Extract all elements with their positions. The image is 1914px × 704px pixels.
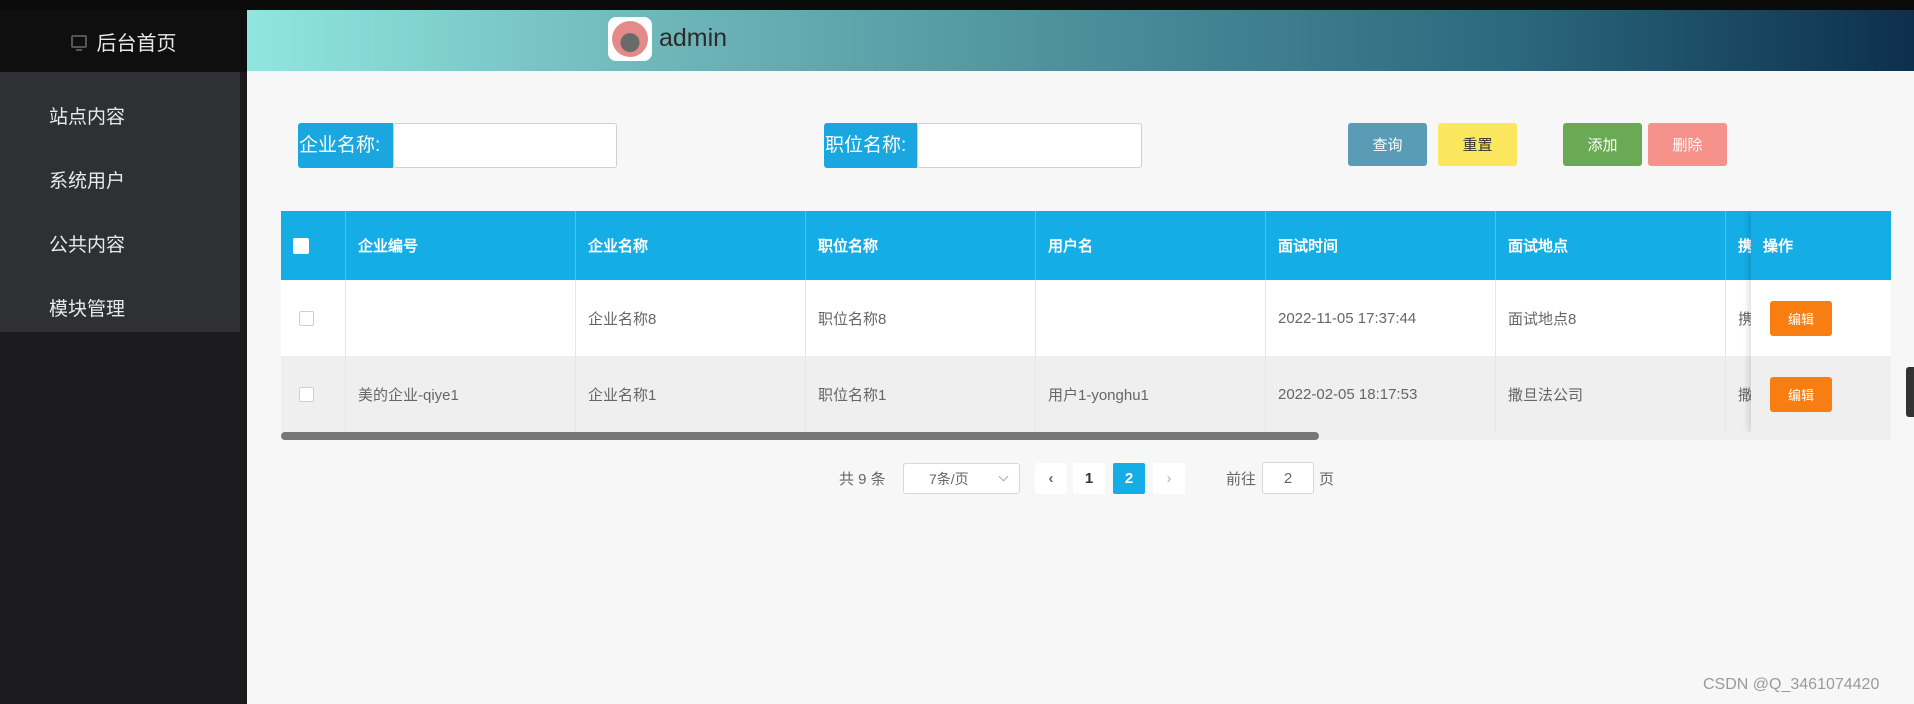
- page-button-2[interactable]: 2: [1113, 463, 1145, 494]
- horizontal-scrollbar-thumb[interactable]: [281, 432, 1319, 440]
- username-label: admin: [659, 24, 728, 52]
- sidebar-item-module-management[interactable]: 模块管理: [0, 275, 240, 339]
- sidebar-item-system-users[interactable]: 系统用户: [0, 147, 240, 211]
- cell-username: 用户1-yonghu1: [1036, 356, 1266, 432]
- action-cell: 编辑: [1751, 280, 1891, 356]
- chevron-right-icon[interactable]: ›: [1153, 463, 1185, 494]
- add-button[interactable]: 添加: [1563, 123, 1642, 166]
- sidebar-item-label: 模块管理: [49, 298, 126, 320]
- table-row[interactable]: 美的企业-qiye1 企业名称1 职位名称1 用户1-yonghu1 2022-…: [281, 356, 1891, 432]
- column-header[interactable]: 职位名称: [806, 211, 1036, 280]
- column-header[interactable]: 企业编号: [346, 211, 576, 280]
- pagination-total: 共 9 条: [839, 471, 886, 488]
- company-name-label: 企业名称:: [298, 123, 393, 168]
- cell-position: 职位名称1: [806, 356, 1036, 432]
- sidebar-menu: 站点内容 系统用户 公共内容 模块管理: [0, 72, 240, 332]
- watermark: CSDN @Q_3461074420: [1703, 676, 1880, 693]
- page-button-1[interactable]: 1: [1073, 463, 1105, 494]
- action-cell: 编辑: [1751, 356, 1891, 432]
- row-select-cell: [281, 280, 346, 356]
- cell-company-no: [346, 280, 576, 356]
- page-suffix-label: 页: [1319, 471, 1335, 488]
- page-size-select[interactable]: 7条/页: [903, 463, 1020, 494]
- row-checkbox[interactable]: [299, 386, 314, 402]
- cell-company-no: 美的企业-qiye1: [346, 356, 576, 432]
- data-table: 企业编号 企业名称 职位名称 用户名 面试时间 面试地点 携 企业名称8 职位名…: [281, 211, 1891, 440]
- page-size-value: 7条/页: [929, 470, 969, 487]
- reset-button[interactable]: 重置: [1438, 123, 1517, 166]
- cell-company-name: 企业名称1: [576, 356, 806, 432]
- sidebar-item-label: 公共内容: [49, 234, 126, 256]
- cell-company-name: 企业名称8: [576, 280, 806, 356]
- table-row[interactable]: 企业名称8 职位名称8 2022-11-05 17:37:44 面试地点8 携: [281, 280, 1891, 356]
- select-all-cell: [281, 211, 346, 280]
- cell-interview-time: 2022-11-05 17:37:44: [1266, 280, 1496, 356]
- monitor-icon: [70, 34, 87, 51]
- row-checkbox[interactable]: [299, 310, 314, 326]
- edit-button[interactable]: 编辑: [1770, 300, 1832, 336]
- query-button[interactable]: 查询: [1348, 123, 1427, 166]
- avatar[interactable]: [608, 17, 652, 61]
- position-name-label: 职位名称:: [824, 123, 917, 168]
- company-name-input[interactable]: [393, 123, 617, 168]
- sidebar-item-site-content[interactable]: 站点内容: [0, 83, 240, 147]
- main-content: 企业名称: 职位名称: 查询 重置 添加 删除 企业编号 企业名称 职位名称 用…: [247, 71, 1914, 704]
- column-header[interactable]: 面试时间: [1266, 211, 1496, 280]
- cell-username: [1036, 280, 1266, 356]
- edit-button[interactable]: 编辑: [1770, 376, 1832, 412]
- delete-button[interactable]: 删除: [1648, 123, 1727, 166]
- sidebar-item-label: 系统用户: [49, 170, 126, 192]
- goto-page-input[interactable]: 2: [1262, 462, 1314, 494]
- select-all-checkbox[interactable]: [293, 237, 309, 254]
- column-header: 操作: [1751, 211, 1891, 280]
- avatar-image: [612, 21, 648, 57]
- chevron-left-icon[interactable]: ‹: [1035, 463, 1067, 494]
- row-select-cell: [281, 356, 346, 432]
- cell-interview-time: 2022-02-05 18:17:53: [1266, 356, 1496, 432]
- sidebar-item-label: 站点内容: [49, 106, 126, 128]
- column-header[interactable]: 面试地点: [1496, 211, 1726, 280]
- fixed-action-column: 操作 编辑 编辑: [1751, 211, 1891, 432]
- chevron-down-icon: [998, 471, 1009, 482]
- column-header[interactable]: 企业名称: [576, 211, 806, 280]
- cell-interview-place: 撒旦法公司: [1496, 356, 1726, 432]
- sidebar-home[interactable]: 后台首页: [0, 10, 247, 72]
- top-header: admin: [247, 10, 1914, 71]
- side-drawer-handle[interactable]: [1906, 367, 1914, 417]
- table-header: 企业编号 企业名称 职位名称 用户名 面试时间 面试地点 携: [281, 211, 1891, 280]
- cell-interview-place: 面试地点8: [1496, 280, 1726, 356]
- sidebar: 后台首页 站点内容 系统用户 公共内容 模块管理: [0, 10, 247, 704]
- sidebar-item-public-content[interactable]: 公共内容: [0, 211, 240, 275]
- top-strip: [0, 0, 1914, 10]
- goto-label: 前往: [1226, 471, 1257, 488]
- cell-position: 职位名称8: [806, 280, 1036, 356]
- sidebar-home-label: 后台首页: [96, 32, 177, 55]
- position-name-input[interactable]: [917, 123, 1142, 168]
- column-header[interactable]: 用户名: [1036, 211, 1266, 280]
